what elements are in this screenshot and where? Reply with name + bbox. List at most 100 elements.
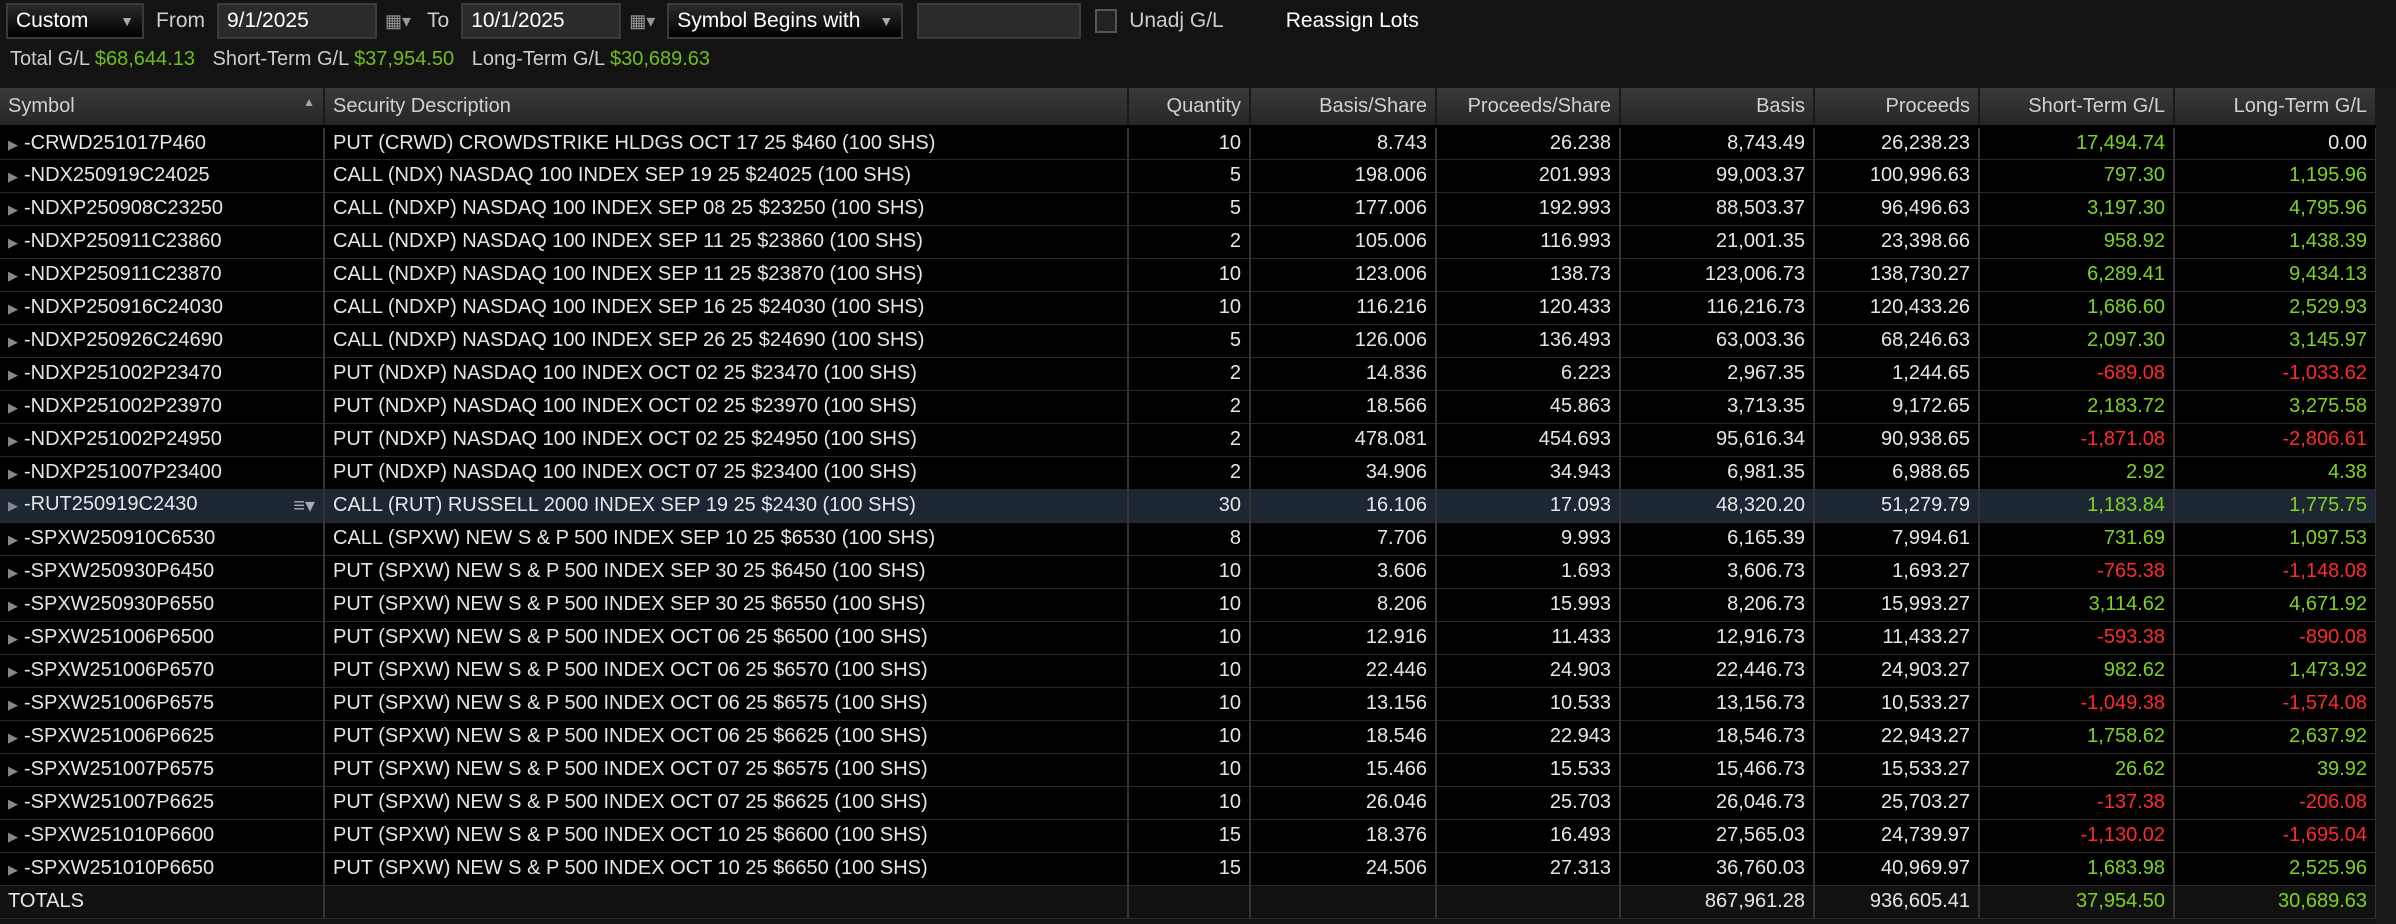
cell-basis: 26,046.73 (1620, 786, 1815, 820)
cell-quantity: 2 (1128, 390, 1251, 424)
reassign-lots-button[interactable]: Reassign Lots (1286, 9, 1419, 33)
table-row[interactable]: ▶ -NDXP251007P23400 PUT (NDXP) NASDAQ 100 … (0, 456, 2377, 490)
column-header-short-term-gl[interactable]: Short-Term G/L (1979, 88, 2175, 128)
range-select[interactable]: Custom ▼ (6, 3, 144, 39)
expand-icon[interactable]: ▶ (8, 664, 18, 679)
expand-icon[interactable]: ▶ (8, 301, 18, 316)
totals-empty (1250, 885, 1437, 919)
cell-symbol: ▶ -SPXW251006P6625 (0, 720, 325, 754)
table-row[interactable]: ▶ -SPXW250930P6550 PUT (SPXW) NEW S & P 50… (0, 588, 2377, 622)
table-row[interactable]: ▶ -SPXW251010P6650 PUT (SPXW) NEW S & P 50… (0, 852, 2377, 886)
symbol-text: -NDXP251002P23970 (24, 395, 222, 417)
cell-quantity: 2 (1128, 357, 1251, 391)
table-row[interactable]: ▶ -SPXW250930P6450 PUT (SPXW) NEW S & P 50… (0, 555, 2377, 589)
table-row[interactable]: ▶ -NDXP251002P23970 PUT (NDXP) NASDAQ 100 … (0, 390, 2377, 424)
expand-icon[interactable]: ▶ (8, 334, 18, 349)
expand-icon[interactable]: ▶ (8, 268, 18, 283)
table-row[interactable]: ▶ -SPXW251007P6575 PUT (SPXW) NEW S & P 50… (0, 753, 2377, 787)
expand-icon[interactable]: ▶ (8, 235, 18, 250)
cell-proceeds: 23,398.66 (1814, 225, 1980, 259)
table-row[interactable]: ▶ -NDXP251002P23470 PUT (NDXP) NASDAQ 100 … (0, 357, 2377, 391)
table-row[interactable]: ▶ -RUT250919C2430 ≡▾ CALL (RUT) RUSSELL 200… (0, 489, 2377, 523)
table-row[interactable]: ▶ -NDXP250911C23870 CALL (NDXP) NASDAQ 100… (0, 258, 2377, 292)
calendar-icon[interactable]: ▦▾ (629, 11, 659, 32)
expand-icon[interactable]: ▶ (8, 730, 18, 745)
expand-icon[interactable]: ▶ (8, 498, 18, 513)
expand-icon[interactable]: ▶ (8, 598, 18, 613)
total-gl-value: $68,644.13 (94, 48, 195, 70)
table-row[interactable]: ▶ -SPXW251006P6570 PUT (SPXW) NEW S & P 50… (0, 654, 2377, 688)
cell-proceeds: 11,433.27 (1814, 621, 1980, 655)
table-row[interactable]: ▶ -NDXP250908C23250 CALL (NDXP) NASDAQ 100… (0, 192, 2377, 226)
table-row[interactable]: ▶ -SPXW251010P6600 PUT (SPXW) NEW S & P 50… (0, 819, 2377, 853)
cell-symbol: ▶ -NDXP250926C24690 (0, 324, 325, 358)
table-row[interactable]: ▶ -NDXP251002P24950 PUT (NDXP) NASDAQ 100 … (0, 423, 2377, 457)
cell-proceeds: 7,994.61 (1814, 522, 1980, 556)
from-date-input[interactable]: 9/1/2025 (217, 3, 377, 39)
cell-proceeds-share: 26.238 (1436, 126, 1621, 160)
cell-description: PUT (SPXW) NEW S & P 500 INDEX OCT 10 25… (324, 819, 1129, 853)
column-header-long-term-gl[interactable]: Long-Term G/L (2174, 88, 2377, 128)
symbol-text: -NDXP251002P24950 (24, 428, 222, 450)
table-row[interactable]: ▶ -NDXP250926C24690 CALL (NDXP) NASDAQ 100… (0, 324, 2377, 358)
cell-quantity: 2 (1128, 423, 1251, 457)
column-header-proceeds-share[interactable]: Proceeds/Share (1436, 88, 1621, 128)
expand-icon[interactable]: ▶ (8, 202, 18, 217)
menu-icon[interactable]: ≡▾ (293, 493, 315, 518)
scrollbar[interactable] (2376, 88, 2396, 924)
cell-symbol: ▶ -SPXW251007P6575 (0, 753, 325, 787)
expand-icon[interactable]: ▶ (8, 862, 18, 877)
expand-icon[interactable]: ▶ (8, 433, 18, 448)
cell-proceeds-share: 24.903 (1436, 654, 1621, 688)
cell-proceeds-share: 136.493 (1436, 324, 1621, 358)
cell-quantity: 15 (1128, 852, 1251, 886)
cell-long-term-gl: -890.08 (2174, 621, 2377, 655)
totals-empty (1128, 885, 1251, 919)
expand-icon[interactable]: ▶ (8, 400, 18, 415)
expand-icon[interactable]: ▶ (8, 697, 18, 712)
expand-icon[interactable]: ▶ (8, 137, 18, 152)
expand-icon[interactable]: ▶ (8, 532, 18, 547)
expand-icon[interactable]: ▶ (8, 631, 18, 646)
cell-short-term-gl: -1,130.02 (1979, 819, 2175, 853)
cell-description: PUT (SPXW) NEW S & P 500 INDEX OCT 06 25… (324, 654, 1129, 688)
filter-select[interactable]: Symbol Begins with ▼ (667, 3, 904, 39)
table-row[interactable]: ▶ -NDX250919C24025 CALL (NDX) NASDAQ 100 I… (0, 159, 2377, 193)
column-header-proceeds[interactable]: Proceeds (1814, 88, 1980, 128)
column-header-basis[interactable]: Basis (1620, 88, 1815, 128)
unadj-checkbox[interactable] (1095, 9, 1118, 33)
cell-short-term-gl: 958.92 (1979, 225, 2175, 259)
expand-icon[interactable]: ▶ (8, 565, 18, 580)
column-header-basis-share[interactable]: Basis/Share (1250, 88, 1437, 128)
table-row[interactable]: ▶ -CRWD251017P460 PUT (CRWD) CROWDSTRIKE H… (0, 126, 2377, 160)
expand-icon[interactable]: ▶ (8, 829, 18, 844)
table-row[interactable]: ▶ -SPXW251006P6575 PUT (SPXW) NEW S & P 50… (0, 687, 2377, 721)
column-header-description[interactable]: Security Description (324, 88, 1129, 128)
filter-input[interactable] (917, 3, 1082, 39)
table-row[interactable]: ▶ -SPXW251006P6500 PUT (SPXW) NEW S & P 50… (0, 621, 2377, 655)
cell-symbol: ▶ -SPXW250930P6450 (0, 555, 325, 589)
expand-icon[interactable]: ▶ (8, 763, 18, 778)
table-row[interactable]: ▶ -SPXW250910C6530 CALL (SPXW) NEW S & P 5… (0, 522, 2377, 556)
column-header-symbol[interactable]: Symbol ▲ (0, 88, 325, 128)
symbol-text: -SPXW250930P6550 (24, 593, 215, 615)
cell-long-term-gl: 39.92 (2174, 753, 2377, 787)
expand-icon[interactable]: ▶ (8, 169, 18, 184)
column-header-quantity[interactable]: Quantity (1128, 88, 1251, 128)
cell-description: PUT (CRWD) CROWDSTRIKE HLDGS OCT 17 25 $… (324, 126, 1129, 160)
table-row[interactable]: ▶ -NDXP250916C24030 CALL (NDXP) NASDAQ 100… (0, 291, 2377, 325)
cell-basis-share: 22.446 (1250, 654, 1437, 688)
cell-proceeds: 96,496.63 (1814, 192, 1980, 226)
calendar-icon[interactable]: ▦▾ (385, 11, 415, 32)
table-row[interactable]: ▶ -SPXW251006P6625 PUT (SPXW) NEW S & P 50… (0, 720, 2377, 754)
cell-basis-share: 12.916 (1250, 621, 1437, 655)
to-date-input[interactable]: 10/1/2025 (461, 3, 622, 39)
expand-icon[interactable]: ▶ (8, 796, 18, 811)
table-row[interactable]: ▶ -SPXW251007P6625 PUT (SPXW) NEW S & P 50… (0, 786, 2377, 820)
cell-quantity: 10 (1128, 687, 1251, 721)
expand-icon[interactable]: ▶ (8, 367, 18, 382)
table-row[interactable]: ▶ -NDXP250911C23860 CALL (NDXP) NASDAQ 100… (0, 225, 2377, 259)
cell-long-term-gl: 1,195.96 (2174, 159, 2377, 193)
expand-icon[interactable]: ▶ (8, 466, 18, 481)
cell-quantity: 10 (1128, 291, 1251, 325)
